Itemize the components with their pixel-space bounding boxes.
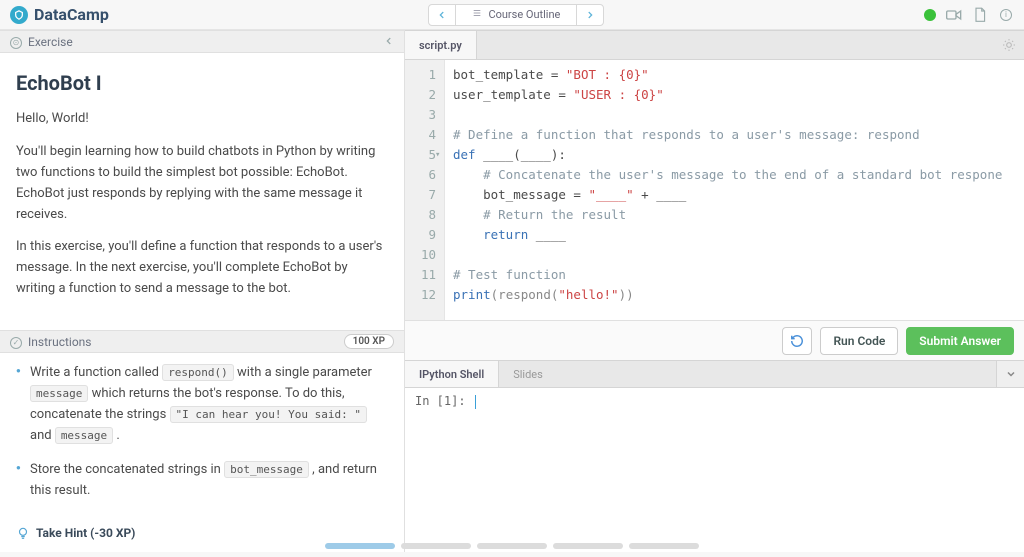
fold-marker-icon[interactable]: ▾ <box>435 145 440 165</box>
exercise-body: EchoBot I Hello, World! You'll begin lea… <box>0 53 404 329</box>
status-indicator-icon <box>924 9 936 21</box>
editor-gutter: 123456789101112 <box>405 60 445 320</box>
editor-tabs: script.py <box>405 30 1024 60</box>
console-cursor <box>475 395 476 409</box>
theme-toggle-button[interactable] <box>994 31 1024 59</box>
topbar: DataCamp Course Outline i <box>0 0 1024 30</box>
topbar-nav: Course Outline <box>428 4 604 26</box>
code-editor[interactable]: 123456789101112 ▾ bot_template = "BOT : … <box>405 60 1024 320</box>
exercise-para-2: In this exercise, you'll define a functi… <box>16 237 388 299</box>
xp-badge: 100 XP <box>344 334 394 349</box>
course-outline-button[interactable]: Course Outline <box>456 4 576 26</box>
instructions-header: ✓ Instructions 100 XP <box>0 330 404 353</box>
editor-action-bar: Run Code Submit Answer <box>405 320 1024 360</box>
progress-segment-1[interactable] <box>325 543 395 549</box>
checklist-icon: ✓ <box>10 334 22 349</box>
instructions-header-label: Instructions <box>28 335 91 349</box>
next-exercise-button[interactable] <box>576 4 604 26</box>
brand-badge-icon <box>10 6 28 24</box>
progress-footer <box>0 543 1024 549</box>
collapse-left-button[interactable] <box>384 35 394 49</box>
editor-tab-scriptpy[interactable]: script.py <box>405 31 477 59</box>
target-icon: ⊙ <box>10 34 22 49</box>
reset-code-button[interactable] <box>782 327 812 355</box>
menu-icon <box>472 8 482 21</box>
course-outline-label: Course Outline <box>488 8 560 21</box>
topbar-right: i <box>924 7 1014 23</box>
code-content: bot_template = "BOT : {0}" user_template… <box>445 60 1010 320</box>
submit-answer-button[interactable]: Submit Answer <box>906 327 1014 355</box>
instruction-item-2: Store the concatenated strings in bot_me… <box>16 460 388 502</box>
tab-slides[interactable]: Slides <box>499 361 557 387</box>
exercise-title: EchoBot I <box>16 67 388 99</box>
console-body[interactable]: In [1]: <box>405 388 1024 552</box>
exercise-header: ⊙ Exercise <box>0 30 404 53</box>
progress-segment-3[interactable] <box>477 543 547 549</box>
main-area: ⊙ Exercise EchoBot I Hello, World! You'l… <box>0 30 1024 552</box>
video-icon[interactable] <box>946 7 962 23</box>
prev-exercise-button[interactable] <box>428 4 456 26</box>
right-panel: script.py 123456789101112 ▾ bot_template… <box>405 30 1024 552</box>
instruction-item-1: Write a function called respond() with a… <box>16 363 388 446</box>
brand-name: DataCamp <box>34 5 109 24</box>
console-prompt: In [1]: <box>415 394 473 408</box>
info-icon[interactable]: i <box>998 7 1014 23</box>
exercise-header-label: Exercise <box>28 35 73 49</box>
brand-logo[interactable]: DataCamp <box>10 5 109 24</box>
tab-ipython-shell[interactable]: IPython Shell <box>405 361 499 387</box>
progress-segment-2[interactable] <box>401 543 471 549</box>
collapse-console-button[interactable] <box>996 361 1024 387</box>
left-panel: ⊙ Exercise EchoBot I Hello, World! You'l… <box>0 30 405 552</box>
run-code-button[interactable]: Run Code <box>820 327 898 355</box>
pdf-icon[interactable] <box>972 7 988 23</box>
hint-label: Take Hint (-30 XP) <box>36 526 135 540</box>
progress-segment-5[interactable] <box>629 543 699 549</box>
instructions-body: Write a function called respond() with a… <box>0 353 404 526</box>
greeting-text: Hello, World! <box>16 109 388 130</box>
exercise-para-1: You'll begin learning how to build chatb… <box>16 142 388 225</box>
progress-segment-4[interactable] <box>553 543 623 549</box>
console-tabs: IPython Shell Slides <box>405 360 1024 388</box>
